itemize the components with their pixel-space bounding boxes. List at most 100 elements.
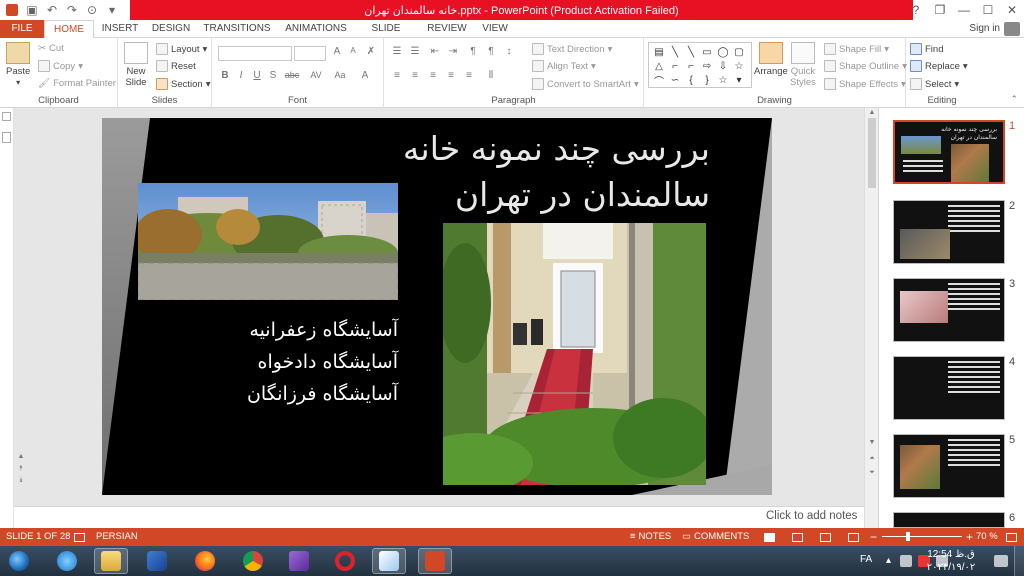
more-shapes-icon[interactable]: ▾ bbox=[731, 73, 747, 87]
find-button[interactable]: Find bbox=[910, 43, 943, 55]
star-shape-icon[interactable]: ☆ bbox=[731, 59, 747, 73]
thumbnail-slide-3[interactable] bbox=[893, 278, 1005, 342]
cut-button[interactable]: ✂ Cut bbox=[38, 43, 64, 54]
decrease-indent-icon[interactable]: ⇤ bbox=[428, 46, 442, 57]
redo-icon[interactable]: ↷ bbox=[64, 2, 80, 18]
tab-home[interactable]: HOME bbox=[44, 20, 94, 39]
language-indicator[interactable]: PERSIAN bbox=[96, 528, 138, 546]
tab-file[interactable]: FILE bbox=[0, 20, 44, 38]
layout-button[interactable]: Layout ▾ bbox=[156, 43, 207, 55]
new-slide-button[interactable]: New Slide bbox=[124, 42, 148, 88]
scroll-up-arrow-icon[interactable]: ▲ bbox=[16, 452, 26, 462]
thumbnail-slide-5[interactable] bbox=[893, 434, 1005, 498]
taskbar-explorer[interactable] bbox=[94, 548, 128, 574]
convert-smartart-button[interactable]: Convert to SmartArt ▾ bbox=[532, 78, 639, 90]
next-slide-icon[interactable]: ⯯ bbox=[16, 476, 26, 486]
format-painter-button[interactable]: 🖌 Format Painter bbox=[38, 78, 116, 89]
line-shape-icon[interactable]: ╲ bbox=[683, 45, 699, 59]
zoom-out-button[interactable]: − bbox=[870, 528, 877, 546]
slide-body-text[interactable]: آسایشگاه زعفرانیه آسایشگاه دادخواه آسایش… bbox=[198, 314, 398, 410]
comments-toggle[interactable]: ▭ COMMENTS bbox=[682, 528, 749, 546]
start-from-beginning-icon[interactable]: ⊙ bbox=[84, 2, 100, 18]
zoom-slider-thumb[interactable] bbox=[906, 532, 910, 541]
minimize-button[interactable]: — bbox=[952, 0, 976, 20]
text-direction-button[interactable]: Text Direction ▾ bbox=[532, 43, 612, 55]
line-spacing-icon[interactable]: ↕ bbox=[502, 46, 516, 57]
next-slide-icon[interactable]: ⏷ bbox=[867, 468, 877, 478]
rectangle-shape-icon[interactable]: ▭ bbox=[699, 45, 715, 59]
rounded-rect-shape-icon[interactable]: ▢ bbox=[731, 45, 747, 59]
star-shape-icon[interactable]: ☆ bbox=[715, 73, 731, 87]
notes-toggle[interactable]: ≡ NOTES bbox=[630, 528, 671, 546]
clock[interactable]: 12:54 ق.ظ ۲۰۲۴/۱۹/۰۲ bbox=[916, 548, 986, 574]
copy-button[interactable]: Copy ▾ bbox=[38, 60, 83, 72]
slide-counter[interactable]: SLIDE 1 OF 28 bbox=[6, 528, 70, 546]
arrow-down-shape-icon[interactable]: ⇩ bbox=[715, 59, 731, 73]
character-spacing-button[interactable]: AV bbox=[306, 70, 326, 80]
zoom-level[interactable]: 70 % bbox=[976, 528, 998, 546]
distributed-icon[interactable]: ≡ bbox=[462, 70, 476, 81]
previous-slide-icon[interactable]: ⯭ bbox=[16, 464, 26, 474]
underline-button[interactable]: U bbox=[250, 70, 264, 81]
thumbnail-slide-6[interactable] bbox=[893, 512, 1005, 528]
panel-toggle-icon[interactable] bbox=[2, 112, 11, 121]
curve-shape-icon[interactable]: ∽ bbox=[667, 73, 683, 87]
quick-styles-button[interactable]: Quick Styles bbox=[790, 42, 816, 88]
collapse-ribbon-icon[interactable]: ⌃ bbox=[1010, 94, 1018, 105]
notes-pane[interactable]: Click to add notes bbox=[14, 506, 864, 528]
save-icon[interactable]: ▣ bbox=[24, 2, 40, 18]
textbox-shape-icon[interactable]: ▤ bbox=[651, 45, 667, 59]
reading-view-icon[interactable] bbox=[820, 528, 831, 546]
grow-font-icon[interactable]: A bbox=[330, 46, 344, 57]
change-case-button[interactable]: Aa bbox=[330, 70, 350, 80]
strikethrough-button[interactable]: abc bbox=[282, 70, 302, 80]
line-shape-icon[interactable]: ╲ bbox=[667, 45, 683, 59]
justify-icon[interactable]: ≡ bbox=[444, 70, 458, 81]
thumbnail-slide-4[interactable] bbox=[893, 356, 1005, 420]
vertical-scrollbar[interactable]: ▲ ▼ ⏶ ⏷ bbox=[864, 108, 878, 528]
oval-shape-icon[interactable]: ◯ bbox=[715, 45, 731, 59]
shape-fill-button[interactable]: Shape Fill ▾ bbox=[824, 43, 889, 55]
slide-sorter-view-icon[interactable] bbox=[792, 528, 803, 546]
sign-in-link[interactable]: Sign in bbox=[969, 20, 1000, 38]
taskbar-visual-studio[interactable] bbox=[282, 548, 316, 574]
scroll-up-icon[interactable]: ▲ bbox=[867, 108, 877, 118]
start-button[interactable] bbox=[2, 548, 36, 574]
reset-button[interactable]: Reset bbox=[156, 60, 196, 72]
slide-show-view-icon[interactable] bbox=[848, 528, 859, 546]
font-color-button[interactable]: A bbox=[358, 70, 372, 81]
shrink-font-icon[interactable]: A bbox=[346, 46, 360, 55]
thumbnail-slide-1[interactable]: بررسی چند نمونه خانه سالمندان در تهران bbox=[893, 120, 1005, 184]
italic-button[interactable]: I bbox=[234, 70, 248, 81]
zoom-slider-track[interactable] bbox=[882, 536, 962, 537]
taskbar-media-player[interactable] bbox=[140, 548, 174, 574]
maximize-button[interactable]: ☐ bbox=[976, 0, 1000, 20]
tab-animations[interactable]: ANIMATIONS bbox=[280, 20, 352, 38]
previous-slide-icon[interactable]: ⏶ bbox=[867, 454, 877, 464]
slide-photo-entrance[interactable] bbox=[443, 223, 706, 485]
scroll-down-icon[interactable]: ▼ bbox=[867, 438, 877, 448]
customize-qat-icon[interactable]: ▾ bbox=[104, 2, 120, 18]
tab-review[interactable]: REVIEW bbox=[424, 20, 470, 38]
align-left-icon[interactable]: ≡ bbox=[390, 70, 404, 81]
rtl-icon[interactable]: ¶ bbox=[466, 46, 480, 57]
align-text-button[interactable]: Align Text ▾ bbox=[532, 60, 596, 72]
fit-slide-icon[interactable] bbox=[1006, 528, 1017, 546]
tab-insert[interactable]: INSERT bbox=[100, 20, 140, 38]
align-center-icon[interactable]: ≡ bbox=[408, 70, 422, 81]
section-button[interactable]: Section ▾ bbox=[156, 78, 210, 90]
font-size-combo[interactable] bbox=[294, 46, 326, 61]
show-desktop-button[interactable] bbox=[1014, 546, 1024, 576]
tab-design[interactable]: DESIGN bbox=[148, 20, 194, 38]
taskbar-opera[interactable] bbox=[328, 548, 362, 574]
arrow-right-shape-icon[interactable]: ⇨ bbox=[699, 59, 715, 73]
replace-button[interactable]: Replace ▾ bbox=[910, 60, 968, 72]
ribbon-display-options-icon[interactable]: ❐ bbox=[928, 0, 952, 20]
brace-right-shape-icon[interactable]: } bbox=[699, 73, 715, 87]
freeform-shape-icon[interactable]: ⌒ bbox=[651, 73, 667, 88]
help-button[interactable]: ? bbox=[904, 0, 928, 20]
tab-transitions[interactable]: TRANSITIONS bbox=[200, 20, 274, 38]
taskbar-paint[interactable] bbox=[372, 548, 406, 574]
show-hidden-icons-icon[interactable]: ▴ bbox=[886, 555, 891, 566]
align-right-icon[interactable]: ≡ bbox=[426, 70, 440, 81]
